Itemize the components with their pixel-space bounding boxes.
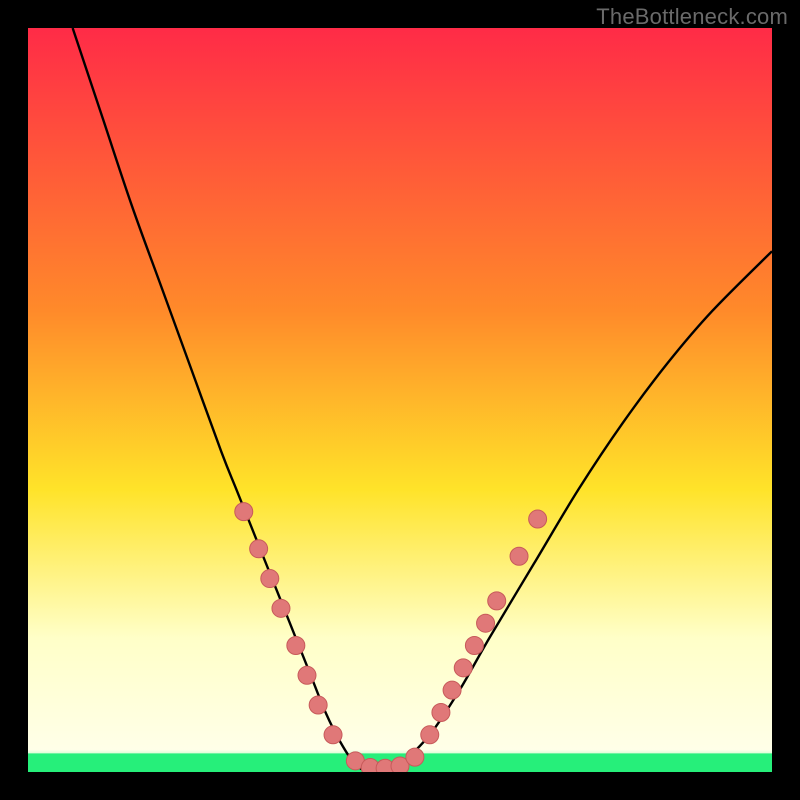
highlight-dot (443, 681, 461, 699)
highlight-dot (477, 614, 495, 632)
chart-svg (28, 28, 772, 772)
highlight-dot (261, 570, 279, 588)
highlight-dot (465, 637, 483, 655)
highlight-dot (406, 748, 424, 766)
highlight-dot (309, 696, 327, 714)
highlight-dot (250, 540, 268, 558)
gradient-background (28, 28, 772, 772)
highlight-dot (298, 666, 316, 684)
highlight-dot (432, 703, 450, 721)
highlight-dot (324, 726, 342, 744)
highlight-dot (272, 599, 290, 617)
outer-frame: TheBottleneck.com (0, 0, 800, 800)
highlight-dot (488, 592, 506, 610)
plot-area (28, 28, 772, 772)
highlight-dot (287, 637, 305, 655)
highlight-dot (510, 547, 528, 565)
highlight-dot (454, 659, 472, 677)
highlight-dot (529, 510, 547, 528)
highlight-dot (421, 726, 439, 744)
watermark-text: TheBottleneck.com (596, 4, 788, 30)
highlight-dot (235, 503, 253, 521)
